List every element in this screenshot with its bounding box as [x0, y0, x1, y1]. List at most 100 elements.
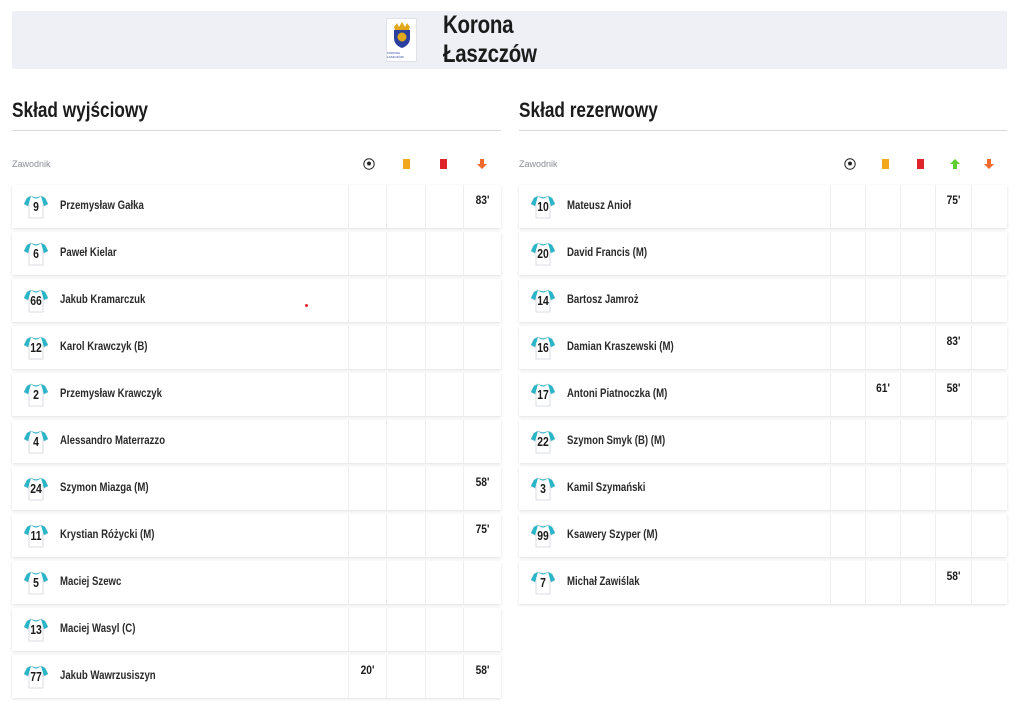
player-name[interactable]: Damian Kraszewski (M): [567, 339, 674, 353]
shirt-icon: 3: [530, 476, 556, 502]
player-name[interactable]: Bartosz Jamroż: [567, 292, 639, 306]
red-cell: [425, 185, 463, 228]
out-cell: [971, 279, 1007, 322]
player-row[interactable]: 13 Maciej Wasyl (C): [12, 608, 501, 651]
in-cell: [935, 420, 971, 463]
player-name[interactable]: Mateusz Anioł: [567, 198, 631, 212]
shirt-number: 17: [537, 387, 549, 402]
player-name[interactable]: Kamil Szymański: [567, 480, 645, 494]
player-row[interactable]: 66 Jakub Kramarczuk: [12, 279, 501, 322]
player-row[interactable]: 16 Damian Kraszewski (M) 83': [519, 326, 1007, 369]
shirt-number: 12: [30, 340, 42, 355]
out-cell: [463, 326, 501, 369]
player-row[interactable]: 2 Przemysław Krawczyk: [12, 373, 501, 416]
reserves-section: Skład rezerwowy Zawodnik 10 Mateusz Anioł…: [519, 96, 1007, 608]
out-cell: [971, 232, 1007, 275]
yellow-cell: [865, 467, 900, 510]
red-cell: [425, 561, 463, 604]
player-name[interactable]: Antoni Piatnoczka (M): [567, 386, 667, 400]
shirt-icon: 13: [23, 617, 49, 643]
player-name[interactable]: Karol Krawczyk (B): [60, 339, 148, 353]
red-cell: [900, 185, 935, 228]
red-cell: [900, 467, 935, 510]
yellow-cell: [865, 514, 900, 557]
out-cell: 58': [463, 467, 501, 510]
starting-lineup-title: Skład wyjściowy: [12, 99, 148, 122]
shirt-number: 9: [33, 199, 39, 214]
player-row[interactable]: 77 Jakub Wawrzusiszyn 20' 58': [12, 655, 501, 698]
player-row[interactable]: 7 Michał Zawiślak 58': [519, 561, 1007, 604]
player-name[interactable]: Paweł Kielar: [60, 245, 117, 259]
yellow-card-icon: [878, 157, 892, 171]
yellow-cell: [386, 561, 425, 604]
shirt-icon: 16: [530, 335, 556, 361]
shirt-number: 77: [30, 669, 42, 684]
player-name[interactable]: David Francis (M): [567, 245, 647, 259]
player-row[interactable]: 4 Alessandro Materrazzo: [12, 420, 501, 463]
red-cell: [425, 655, 463, 698]
yellow-cell: [865, 326, 900, 369]
player-name[interactable]: Maciej Wasyl (C): [60, 621, 135, 635]
out-minute: 58': [475, 663, 490, 677]
starting-lineup-header: Zawodnik: [12, 131, 501, 185]
yellow-cell: [865, 561, 900, 604]
player-row[interactable]: 24 Szymon Miazga (M) 58': [12, 467, 501, 510]
player-name[interactable]: Szymon Smyk (B) (M): [567, 433, 665, 447]
goal-cell: [348, 514, 386, 557]
yellow-cell: [386, 279, 425, 322]
out-cell: [971, 373, 1007, 416]
out-cell: [463, 561, 501, 604]
in-cell: [935, 467, 971, 510]
out-cell: [463, 373, 501, 416]
player-row[interactable]: 3 Kamil Szymański: [519, 467, 1007, 510]
player-row[interactable]: 17 Antoni Piatnoczka (M) 61' 58': [519, 373, 1007, 416]
player-row[interactable]: 20 David Francis (M): [519, 232, 1007, 275]
red-cell: [900, 420, 935, 463]
in-cell: 58': [935, 373, 971, 416]
goal-cell: [348, 326, 386, 369]
shirt-icon: 10: [530, 194, 556, 220]
player-name[interactable]: Krystian Różycki (M): [60, 527, 154, 541]
player-name[interactable]: Jakub Kramarczuk: [60, 292, 145, 306]
goal-cell: [830, 467, 865, 510]
out-cell: [463, 608, 501, 651]
player-row[interactable]: 22 Szymon Smyk (B) (M): [519, 420, 1007, 463]
out-cell: [971, 185, 1007, 228]
player-name[interactable]: Alessandro Materrazzo: [60, 433, 165, 447]
yellow-card-icon: [399, 157, 413, 171]
sub-in-icon: [948, 157, 962, 171]
player-row[interactable]: 10 Mateusz Anioł 75': [519, 185, 1007, 228]
player-row[interactable]: 99 Ksawery Szyper (M): [519, 514, 1007, 557]
shirt-number: 13: [30, 622, 42, 637]
red-cell: [425, 373, 463, 416]
yellow-cell: [386, 608, 425, 651]
shirt-icon: 22: [530, 429, 556, 455]
player-name[interactable]: Przemysław Gałka: [60, 198, 144, 212]
player-row[interactable]: 14 Bartosz Jamroż: [519, 279, 1007, 322]
in-cell: 83': [935, 326, 971, 369]
red-cell: [425, 467, 463, 510]
shirt-icon: 2: [23, 382, 49, 408]
player-name[interactable]: Szymon Miazga (M): [60, 480, 149, 494]
red-cell: [425, 279, 463, 322]
shirt-number: 22: [537, 434, 549, 449]
in-minute: 75': [946, 193, 961, 207]
player-name[interactable]: Michał Zawiślak: [567, 574, 640, 588]
player-name[interactable]: Jakub Wawrzusiszyn: [60, 668, 156, 682]
yellow-cell: [386, 467, 425, 510]
player-name[interactable]: Ksawery Szyper (M): [567, 527, 658, 541]
player-name[interactable]: Przemysław Krawczyk: [60, 386, 162, 400]
shirt-icon: 77: [23, 664, 49, 690]
player-row[interactable]: 5 Maciej Szewc: [12, 561, 501, 604]
crest-icon: [393, 22, 410, 48]
player-row[interactable]: 12 Karol Krawczyk (B): [12, 326, 501, 369]
player-row[interactable]: 11 Krystian Różycki (M) 75': [12, 514, 501, 557]
player-name[interactable]: Maciej Szewc: [60, 574, 121, 588]
shirt-number: 20: [537, 246, 549, 261]
shirt-icon: 99: [530, 523, 556, 549]
shirt-number: 14: [537, 293, 549, 308]
in-cell: 58': [935, 561, 971, 604]
shirt-icon: 4: [23, 429, 49, 455]
player-row[interactable]: 9 Przemysław Gałka 83': [12, 185, 501, 228]
player-row[interactable]: 6 Paweł Kielar: [12, 232, 501, 275]
